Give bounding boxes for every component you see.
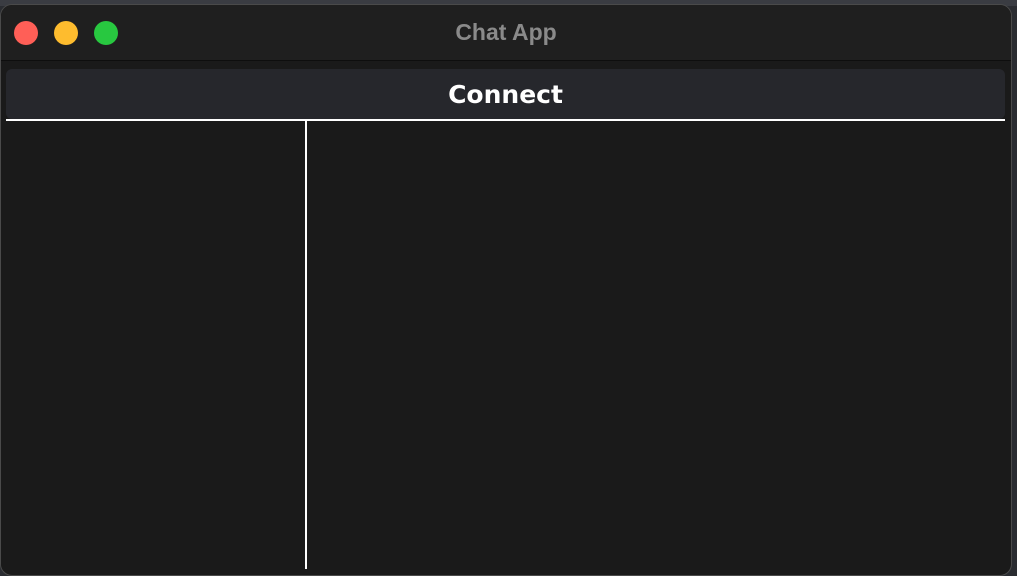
app-window: Chat App Connect xyxy=(0,4,1012,576)
connect-button[interactable]: Connect xyxy=(6,69,1005,119)
chat-pane[interactable] xyxy=(307,121,1007,571)
sidebar-pane[interactable] xyxy=(1,121,305,571)
title-bar[interactable]: Chat App xyxy=(1,5,1011,61)
window-title: Chat App xyxy=(455,19,557,45)
